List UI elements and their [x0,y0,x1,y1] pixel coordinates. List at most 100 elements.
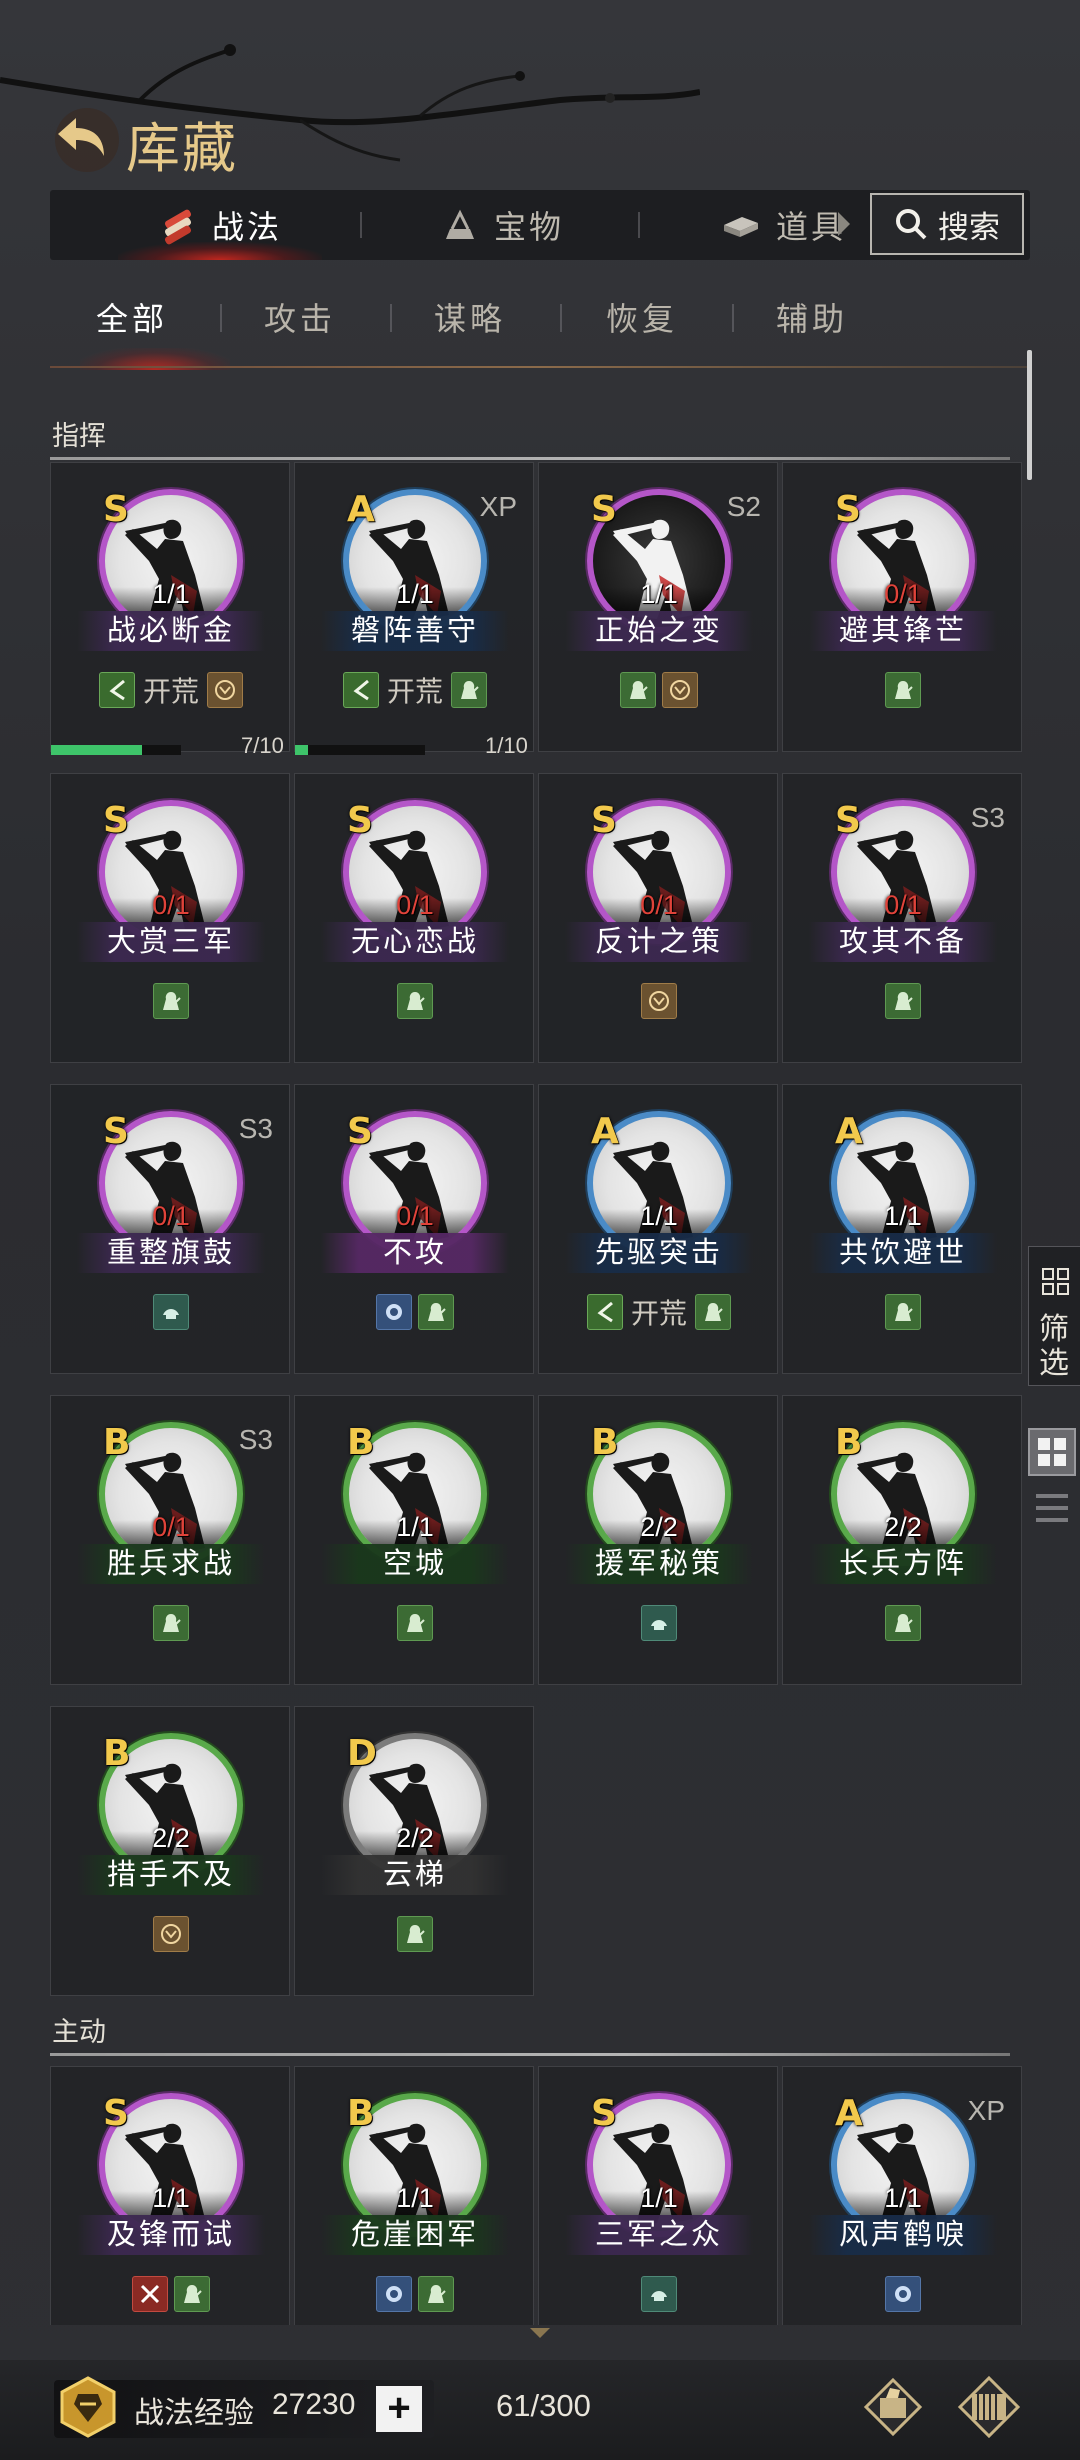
grade-label: S [835,489,861,530]
grid-view-toggle[interactable] [1028,1428,1076,1476]
search-button[interactable]: 搜索 [870,193,1024,255]
season-tag: S3 [238,1424,273,1455]
warhorse-icon [662,672,698,708]
owned-count: 0/1 [884,890,922,920]
tactic-traits [51,1604,291,1642]
tactic-traits: 开荒 [539,1293,779,1331]
section-title: 指挥 [52,421,106,451]
subtab-all[interactable]: 全部 [96,294,168,340]
tab-items-label: 道具 [776,209,842,245]
tactic-card[interactable]: S 1/1 三军之众 [538,2066,778,2325]
season-tag: XP [479,491,517,522]
tactic-card[interactable]: S S2 1/1 正始之变 [538,462,778,752]
tactics-list[interactable]: 指挥 S 1/1 战必断金 开荒 7/10 A XP 1/1 磐阵善守 开荒 1/10 S S2 1/1 正… [50,400,1025,2325]
shield-mark-icon [885,2276,921,2312]
upgrade-progress-fill [295,745,308,755]
grade-label: B [347,2093,375,2134]
tactic-pack-button[interactable] [860,2374,926,2440]
grade-label: A [591,1111,619,1152]
troop-buff-icon [397,1916,433,1952]
owned-count: 1/1 [640,1201,678,1231]
tactic-card[interactable]: S 0/1 不攻 [294,1084,534,1374]
tactic-traits [539,671,779,709]
tactic-card[interactable]: B 1/1 空城 [294,1395,534,1685]
tab-treasure[interactable]: 宝物 [440,190,564,260]
owned-count: 2/2 [640,1512,678,1542]
troop-buff-icon [695,1294,731,1330]
owned-count: 0/1 [396,890,434,920]
grade-label: S [103,1111,129,1152]
subtab-support[interactable]: 辅助 [776,294,848,340]
tactic-card[interactable]: D 2/2 云梯 [294,1706,534,1996]
tactic-traits [51,982,291,1020]
add-experience-button[interactable]: + [376,2386,422,2432]
tactic-card[interactable]: A XP 1/1 磐阵善守 开荒 1/10 [294,462,534,758]
tactic-card[interactable]: S 1/1 及锋而试 [50,2066,290,2325]
tactic-card[interactable]: B S3 0/1 胜兵求战 [50,1395,290,1685]
section-header-active: 主动 [50,2006,1010,2056]
section-title: 主动 [52,2017,106,2047]
tactic-card[interactable]: B 1/1 危崖困军 [294,2066,534,2325]
tactic-card[interactable]: A 1/1 共饮避世 [782,1084,1022,1374]
grade-label: B [103,1422,131,1463]
tab-tactics[interactable]: 战法 [117,190,323,260]
tactic-card[interactable]: B 2/2 措手不及 [50,1706,290,1996]
tactic-card[interactable]: S 0/1 反计之策 [538,773,778,1063]
tactic-name: 不攻 [321,1233,509,1273]
filter-button[interactable]: 筛选 [1028,1246,1080,1386]
pioneer-label: 开荒 [142,676,199,707]
subtab-recovery[interactable]: 恢复 [606,294,678,340]
list-view-toggle[interactable] [1032,1490,1072,1526]
tactic-card[interactable]: S 0/1 避其锋芒 [782,462,1022,752]
scroll-archive-button[interactable] [956,2374,1022,2440]
tactic-name: 攻其不备 [809,922,997,962]
tab-scroll-arrow-icon[interactable] [838,212,850,236]
section-divider [50,457,1010,460]
subtab-attack[interactable]: 攻击 [264,294,336,340]
tactic-card[interactable]: S 0/1 无心恋战 [294,773,534,1063]
owned-count: 1/1 [152,2183,190,2213]
grade-label: S [835,800,861,841]
tactic-card[interactable]: A 1/1 先驱突击 开荒 [538,1084,778,1374]
tactic-name: 长兵方阵 [809,1544,997,1584]
tactic-card[interactable]: A XP 1/1 风声鹤唳 [782,2066,1022,2325]
troop-buff-icon [885,1294,921,1330]
grade-label: S [103,489,129,530]
tactic-card[interactable]: S 1/1 战必断金 开荒 7/10 [50,462,290,758]
warhorse-icon [207,672,243,708]
tactic-traits [295,1293,535,1331]
tactic-name: 胜兵求战 [77,1544,265,1584]
tactic-traits [783,982,1023,1020]
tactic-card[interactable]: B 2/2 长兵方阵 [782,1395,1022,1685]
back-arrow-icon [55,108,119,172]
tactic-card[interactable]: S 0/1 大赏三军 [50,773,290,1063]
tactic-traits [783,1293,1023,1331]
tactic-name: 避其锋芒 [809,611,997,651]
tactic-name: 援军秘策 [565,1544,753,1584]
tactics-experience-icon [60,2376,116,2438]
back-button[interactable] [48,100,126,178]
search-icon [896,209,927,240]
tactic-traits [295,982,535,1020]
tab-treasure-label: 宝物 [494,209,565,245]
upgrade-progress-label: 7/10 [241,733,284,758]
teapot-icon [641,1605,677,1641]
owned-count: 1/1 [884,2183,922,2213]
grade-label: S [591,2093,617,2134]
filter-grid-icon [1042,1268,1069,1295]
pioneer-icon [586,1294,623,1330]
tactic-card[interactable]: S S3 0/1 重整旗鼓 [50,1084,290,1374]
tactic-name: 及锋而试 [77,2215,265,2255]
grade-label: S [347,800,373,841]
scrollbar[interactable] [1027,350,1032,480]
season-tag: XP [967,2095,1005,2126]
tab-items[interactable]: 道具 [720,190,842,260]
tactic-name: 大赏三军 [77,922,265,962]
tactic-card[interactable]: S S3 0/1 攻其不备 [782,773,1022,1063]
tactic-traits [51,1915,291,1953]
subtab-strategy[interactable]: 谋略 [434,294,506,340]
tactic-card[interactable]: B 2/2 援军秘策 [538,1395,778,1685]
page-title: 库藏 [126,117,238,180]
owned-count: 1/1 [396,1512,434,1542]
grade-label: A [835,2093,863,2134]
